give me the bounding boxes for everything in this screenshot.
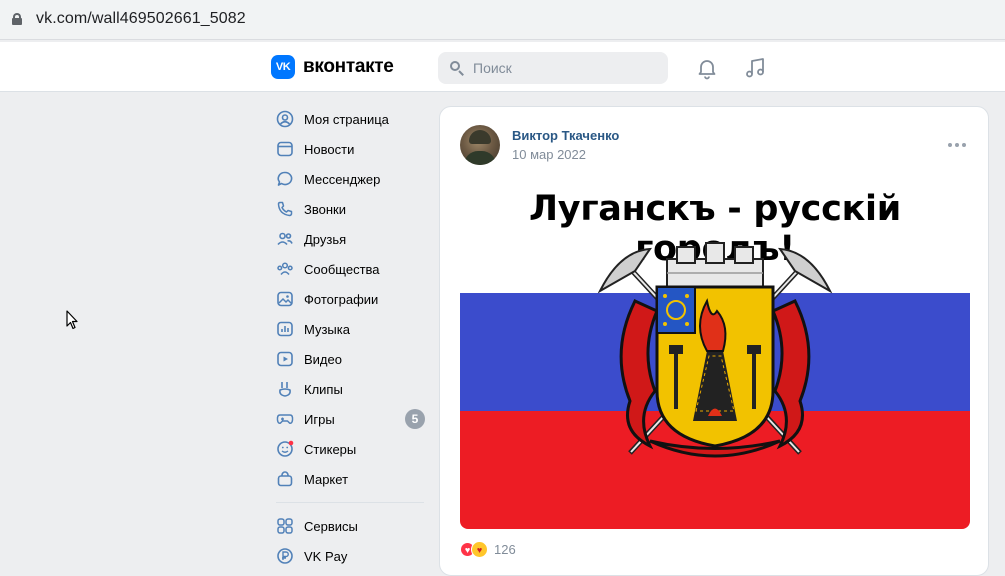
phone-icon [277,201,293,217]
post-image[interactable]: Луганскъ - русскій городъ! [460,177,970,529]
nav-item-label: Фотографии [304,291,379,307]
browser-address-bar: vk.com/wall469502661_5082 [0,0,1005,40]
search-icon [450,61,464,76]
services-icon [277,518,293,534]
post-author[interactable]: Виктор Ткаченко [512,128,619,143]
nav-item-label: Клипы [304,381,343,397]
photos-icon [277,291,293,307]
friends-icon [277,232,293,246]
nav-item-my-page[interactable]: Моя страница [268,104,428,134]
nav-item-label: Видео [304,351,342,367]
coat-of-arms-emblem [597,242,833,458]
nav-divider [276,502,424,503]
reactions-count: 126 [494,542,516,557]
user-icon [276,110,294,128]
video-icon [277,351,293,367]
search-input[interactable]: Поиск [438,52,668,84]
post-date[interactable]: 10 мар 2022 [512,147,586,162]
url-field[interactable]: vk.com/wall469502661_5082 [0,0,1005,38]
mouse-cursor-icon [66,310,78,330]
clips-icon [279,382,291,397]
nav-item-label: Новости [304,141,355,157]
logo-text: вконтакте [303,56,394,77]
nav-item-friends[interactable]: Друзья [268,224,428,254]
bell-icon[interactable] [695,56,719,80]
nav-item-label: Сервисы [304,518,358,534]
vk-logo-icon: VK [271,55,295,79]
nav-item-calls[interactable]: Звонки [268,194,428,224]
reactions-bar[interactable]: ♥ ♥ 126 [460,541,516,558]
nav-item-communities[interactable]: Сообщества [268,254,428,284]
nav-item-label: Мессенджер [304,171,381,187]
nav-item-music[interactable]: Музыка [268,314,428,344]
heart-eyes-reaction-icon: ♥ [471,541,488,558]
wall-post: Виктор Ткаченко 10 мар 2022 Луганскъ - р… [439,106,989,576]
nav-item-video[interactable]: Видео [268,344,428,374]
nav-item-label: Маркет [304,471,349,487]
left-nav: Моя страница Новости Мессенджер Звонки Д… [268,104,428,571]
more-options-icon[interactable] [948,143,966,147]
nav-item-games[interactable]: Игры 5 [268,404,428,434]
music-bars-icon [277,321,293,337]
search-placeholder: Поиск [473,60,512,76]
message-icon [277,171,293,186]
nav-item-photos[interactable]: Фотографии [268,284,428,314]
nav-item-label: VK Pay [304,548,348,564]
market-icon [277,471,293,487]
nav-item-label: Звонки [304,201,346,217]
nav-item-news[interactable]: Новости [268,134,428,164]
communities-icon [277,262,293,275]
games-icon [276,414,294,424]
nav-item-label: Музыка [304,321,350,337]
music-icon[interactable] [743,56,767,80]
nav-item-label: Моя страница [304,111,389,127]
nav-item-label: Друзья [304,231,347,247]
nav-item-services[interactable]: Сервисы [268,511,428,541]
vkpay-icon [277,548,293,564]
site-header: VK вконтакте Поиск [0,42,1005,92]
games-count-badge: 5 [405,409,425,429]
lock-icon [12,13,22,25]
nav-item-vk-pay[interactable]: VK Pay [268,541,428,571]
nav-item-stickers[interactable]: Стикеры [268,434,428,464]
nav-item-clips[interactable]: Клипы [268,374,428,404]
url-text[interactable]: vk.com/wall469502661_5082 [36,10,246,28]
author-avatar[interactable] [460,125,500,165]
news-icon [277,141,293,157]
nav-item-market[interactable]: Маркет [268,464,428,494]
vk-logo[interactable]: VK вконтакте [271,55,394,79]
nav-item-messenger[interactable]: Мессенджер [268,164,428,194]
nav-item-label: Стикеры [304,441,357,457]
nav-item-label: Сообщества [304,261,380,277]
nav-item-label: Игры [304,411,335,427]
stickers-icon [277,440,294,457]
